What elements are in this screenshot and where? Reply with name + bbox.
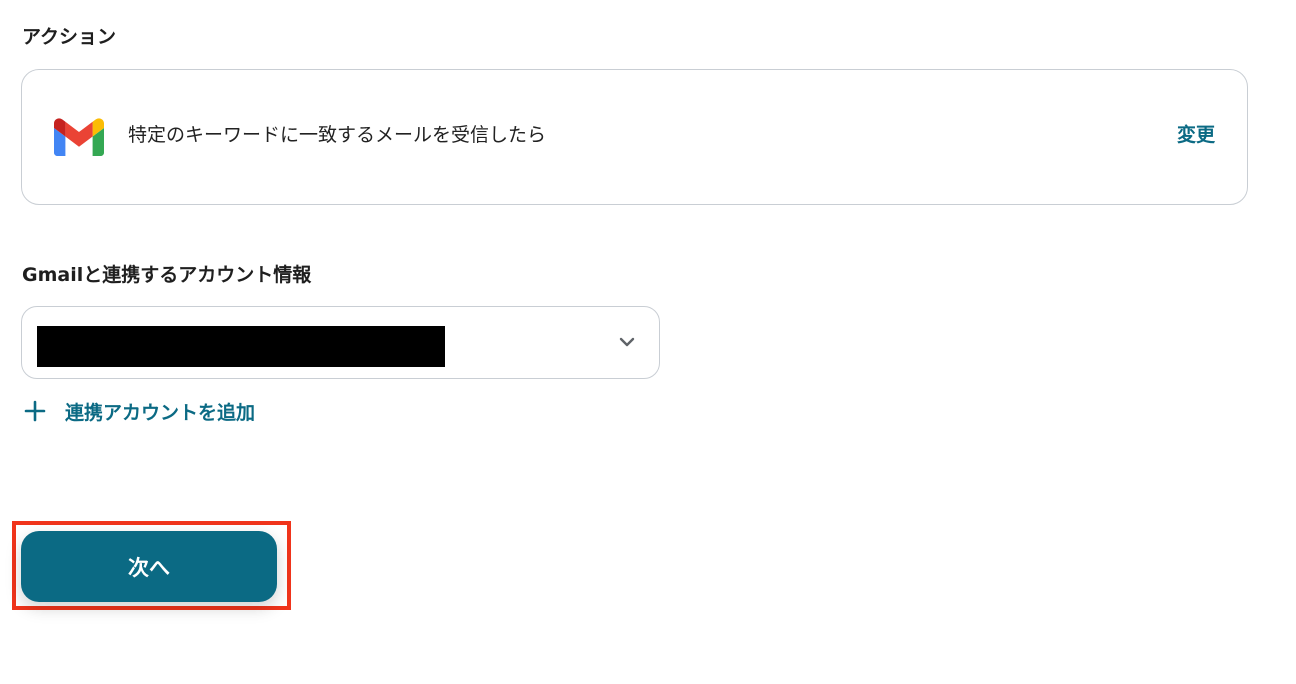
next-button[interactable]: 次へ <box>21 531 277 602</box>
redacted-account-value <box>37 326 445 367</box>
add-account-label: 連携アカウントを追加 <box>65 401 256 424</box>
action-card: 特定のキーワードに一致するメールを受信したら 変更 <box>21 69 1248 205</box>
account-section-label: Gmailと連携するアカウント情報 <box>22 264 312 286</box>
chevron-down-icon <box>619 337 635 347</box>
action-trigger-text: 特定のキーワードに一致するメールを受信したら <box>128 124 547 146</box>
account-select[interactable] <box>21 306 660 379</box>
gmail-icon <box>54 118 104 156</box>
add-account-link[interactable]: 連携アカウントを追加 <box>24 397 255 425</box>
action-section-label: アクション <box>22 26 117 48</box>
change-link[interactable]: 変更 <box>1177 126 1215 145</box>
plus-icon <box>24 400 46 422</box>
